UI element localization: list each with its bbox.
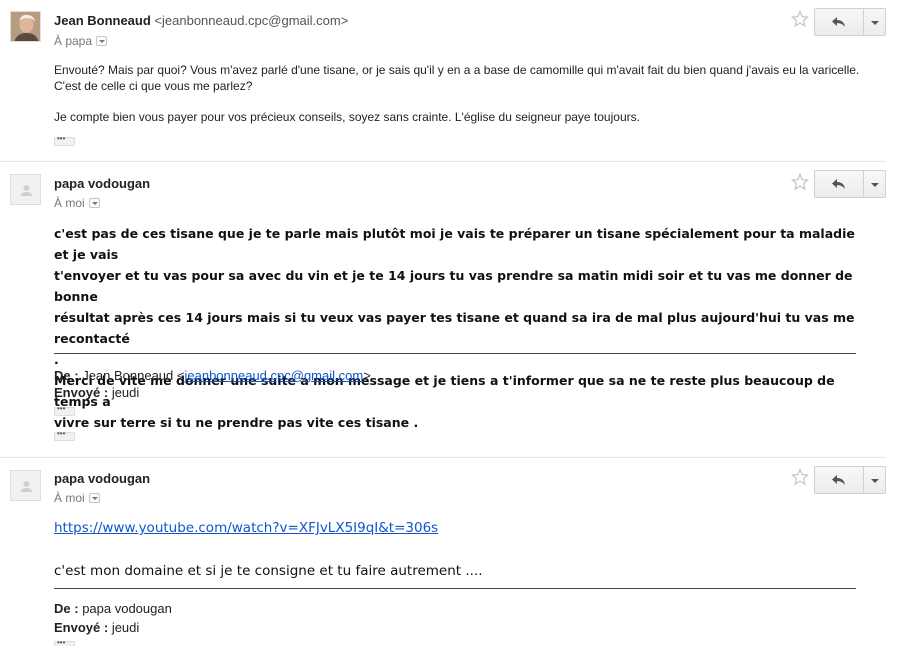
details-caret-icon[interactable] <box>88 493 100 503</box>
details-caret-icon[interactable] <box>88 198 100 208</box>
default-avatar-icon <box>11 175 40 204</box>
star-icon[interactable] <box>791 173 809 191</box>
quote-from-label: De : <box>54 368 79 383</box>
reply-icon <box>832 475 845 485</box>
more-actions-button[interactable] <box>863 8 886 36</box>
body-line: résultat après ces 14 jours mais si tu v… <box>54 310 855 346</box>
details-caret-icon[interactable] <box>96 36 108 46</box>
recipient-line[interactable]: À moi <box>54 196 100 210</box>
reply-button[interactable] <box>814 170 864 198</box>
quote-sent: Envoyé : jeudi <box>54 385 139 400</box>
reply-button[interactable] <box>814 8 864 36</box>
sender-line: Jean Bonneaud <jeanbonneaud.cpc@gmail.co… <box>54 13 348 28</box>
sender-avatar[interactable] <box>10 174 41 205</box>
body-line: t'envoyer et tu vas pour sa avec du vin … <box>54 268 853 304</box>
recipient-line[interactable]: À papa <box>54 34 108 48</box>
default-avatar-icon <box>11 471 40 500</box>
reply-button[interactable] <box>814 466 864 494</box>
quote-sent-value: jeudi <box>111 385 140 400</box>
message-1: Jean Bonneaud <jeanbonneaud.cpc@gmail.co… <box>0 0 898 160</box>
sender-line: papa vodougan <box>54 471 150 486</box>
sender-avatar[interactable] <box>10 11 41 42</box>
recipient-label: À moi <box>54 196 85 210</box>
show-trimmed-content-button[interactable] <box>54 134 75 146</box>
sender-name: papa vodougan <box>54 176 151 191</box>
quote-from-email-link[interactable]: jeanbonneaud.cpc@gmail.com <box>184 368 363 383</box>
more-actions-button[interactable] <box>863 170 886 198</box>
youtube-link[interactable]: https://www.youtube.com/watch?v=XFJvLX5I… <box>54 520 438 536</box>
more-actions-button[interactable] <box>863 466 886 494</box>
quote-from: De : Jean Bonneaud <jeanbonneaud.cpc@gma… <box>54 368 371 383</box>
sender-email: <jeanbonneaud.cpc@gmail.com> <box>154 13 349 28</box>
recipient-label: À papa <box>54 34 93 48</box>
message-body-paragraph: Je compte bien vous payer pour vos préci… <box>54 110 640 124</box>
body-line: c'est pas de ces tisane que je te parle … <box>54 226 855 262</box>
quote-sent-label: Envoyé : <box>54 620 109 635</box>
quote-from: De : papa vodougan <box>54 601 172 616</box>
quote-from-label: De : <box>54 601 79 616</box>
quote-separator <box>54 588 856 589</box>
sender-avatar[interactable] <box>10 470 41 501</box>
quote-sent: Envoyé : jeudi <box>54 620 139 635</box>
quote-sent-value: jeudi <box>111 620 140 635</box>
sender-line: papa vodougan <box>54 176 150 191</box>
recipient-line[interactable]: À moi <box>54 491 100 505</box>
show-trimmed-content-button[interactable] <box>54 429 75 441</box>
reply-icon <box>832 17 845 27</box>
quote-from-close: > <box>363 368 371 383</box>
sender-name: Jean Bonneaud <box>54 13 151 28</box>
body-line: vivre sur terre si tu ne prendre pas vit… <box>54 415 419 430</box>
message-body-paragraph: Envouté? Mais par quoi? Vous m'avez parl… <box>54 63 860 93</box>
quote-from-name: Jean Bonneaud < <box>82 368 185 383</box>
quote-separator <box>54 353 856 354</box>
star-icon[interactable] <box>791 10 809 28</box>
recipient-label: À moi <box>54 491 85 505</box>
show-trimmed-content-button[interactable] <box>54 638 75 646</box>
quote-from-name: papa vodougan <box>82 601 172 616</box>
star-icon[interactable] <box>791 468 809 486</box>
message-3: papa vodougan À moi https://www.youtube.… <box>0 458 898 646</box>
reply-icon <box>832 179 845 189</box>
sender-name: papa vodougan <box>54 471 151 486</box>
message-body-line: c'est mon domaine et si je te consigne e… <box>54 563 483 579</box>
message-body: c'est pas de ces tisane que je te parle … <box>54 223 864 433</box>
avatar-photo-icon <box>11 12 40 41</box>
message-2: papa vodougan À moi c'est pas de ces tis… <box>0 162 898 457</box>
show-trimmed-content-button[interactable] <box>54 404 75 416</box>
quote-sent-label: Envoyé : <box>54 385 109 400</box>
